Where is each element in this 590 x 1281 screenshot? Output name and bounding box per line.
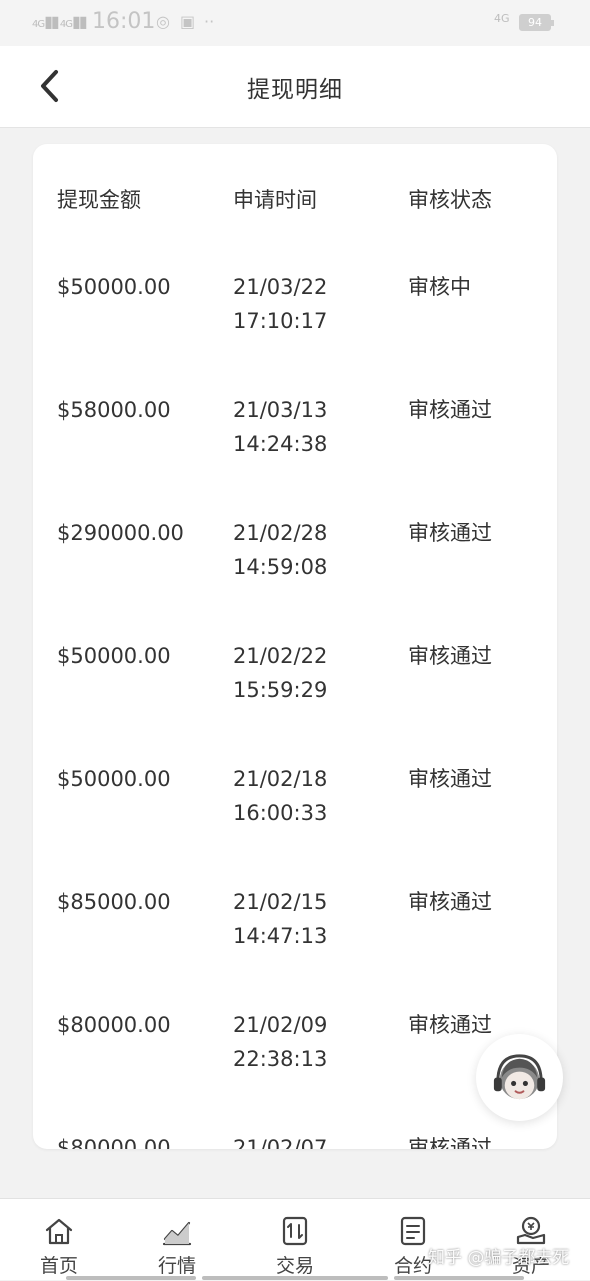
status-bar: 4G▮▮ 4G▮▮ 16:01 ◎ ▣ ·· 4G 94 [0, 0, 590, 46]
apply-clock: 14:24:38 [233, 432, 328, 456]
gesture-bar [66, 1276, 196, 1280]
table-row: $80000.00 21/02/07 审核通过 [33, 1131, 557, 1149]
page-title: 提现明细 [247, 77, 343, 103]
signal-indicators: 4G▮▮ 4G▮▮ [32, 12, 88, 31]
apply-date: 21/02/28 [233, 521, 328, 545]
network-type-2: 4G [59, 19, 73, 30]
apply-time: 21/03/22 17:10:17 [233, 270, 327, 338]
table-row: $58000.00 21/03/13 14:24:38 审核通过 [33, 393, 557, 516]
table-row: $50000.00 21/02/22 15:59:29 审核通过 [33, 639, 557, 762]
market-chart-icon [162, 1221, 192, 1246]
withdrawal-amount: $80000.00 [57, 1136, 171, 1149]
nav-trade-label: 交易 [275, 1255, 314, 1277]
apply-date: 21/02/18 [233, 767, 328, 791]
customer-service-icon [493, 1054, 546, 1100]
apply-time: 21/02/22 15:59:29 [233, 639, 327, 707]
apply-time: 21/02/28 14:59:08 [233, 516, 327, 584]
apply-clock: 15:59:29 [233, 678, 328, 702]
withdrawal-table-card: 提现金额 申请时间 审核状态 $50000.00 21/03/22 17:10:… [33, 144, 557, 1149]
table-row: $50000.00 21/03/22 17:10:17 审核中 [33, 270, 557, 393]
network-type-right: 4G [494, 12, 510, 25]
nav-contract[interactable]: 合约 [354, 1199, 472, 1281]
battery-icon: 94 [519, 14, 554, 31]
review-status: 审核通过 [408, 1136, 492, 1149]
withdrawal-amount: $50000.00 [57, 767, 171, 791]
apply-date: 21/03/13 [233, 398, 328, 422]
withdrawal-amount: $80000.00 [57, 1013, 171, 1037]
nav-market-label: 行情 [157, 1255, 196, 1277]
review-status: 审核通过 [408, 644, 492, 668]
apply-time: 21/02/09 22:38:13 [233, 1008, 327, 1076]
withdrawal-amount: $85000.00 [57, 890, 171, 914]
nav-assets[interactable]: 资产 [472, 1199, 590, 1281]
apply-date: 21/02/09 [233, 1013, 328, 1037]
network-type-1: 4G [32, 19, 45, 30]
nav-trade[interactable]: 交易 [236, 1199, 354, 1281]
withdrawal-amount: $290000.00 [57, 521, 184, 545]
apply-time: 21/03/13 14:24:38 [233, 393, 327, 461]
watermark: 知乎 @骗子都去死 [428, 1248, 570, 1268]
apply-date: 21/02/22 [233, 644, 328, 668]
apply-clock: 14:47:13 [233, 924, 328, 948]
apply-date: 21/02/15 [233, 890, 328, 914]
notification-icon: ▣ [180, 12, 196, 31]
header: 提现明细 [0, 46, 590, 128]
apply-clock: 17:10:17 [233, 309, 328, 333]
table-row: $85000.00 21/02/15 14:47:13 审核通过 [33, 885, 557, 1008]
apply-clock: 14:59:08 [233, 555, 328, 579]
withdrawal-amount: $50000.00 [57, 275, 171, 299]
apply-clock: 22:38:13 [233, 1047, 328, 1071]
nav-home[interactable]: 首页 [0, 1199, 118, 1281]
more-dots-icon: ·· [204, 12, 215, 31]
trade-icon [282, 1216, 308, 1246]
gesture-bar [202, 1276, 388, 1280]
apply-time: 21/02/15 14:47:13 [233, 885, 327, 953]
review-status: 审核通过 [408, 1013, 492, 1037]
apply-time: 21/02/07 [233, 1131, 327, 1149]
withdrawal-amount: $58000.00 [57, 398, 171, 422]
wifi-icon: ◎ [156, 12, 170, 31]
clock: 16:01 [92, 9, 156, 34]
table-row: $290000.00 21/02/28 14:59:08 审核通过 [33, 516, 557, 639]
gesture-bar [394, 1276, 524, 1280]
header-apply-time: 申请时间 [233, 188, 317, 212]
table-header: 提现金额 申请时间 审核状态 [33, 184, 557, 214]
apply-clock: 16:00:33 [233, 801, 328, 825]
contract-icon [400, 1216, 426, 1246]
apply-time: 21/02/18 16:00:33 [233, 762, 327, 830]
apply-date: 21/03/22 [233, 275, 328, 299]
review-status: 审核通过 [408, 521, 492, 545]
nav-market[interactable]: 行情 [118, 1199, 236, 1281]
header-amount: 提现金额 [57, 188, 141, 212]
header-review-status: 审核状态 [408, 188, 492, 212]
withdrawal-amount: $50000.00 [57, 644, 171, 668]
apply-date: 21/02/07 [233, 1136, 328, 1149]
home-icon [45, 1218, 73, 1245]
table-row: $50000.00 21/02/18 16:00:33 审核通过 [33, 762, 557, 885]
review-status: 审核通过 [408, 398, 492, 422]
review-status: 审核中 [408, 275, 471, 299]
review-status: 审核通过 [408, 767, 492, 791]
nav-home-label: 首页 [39, 1255, 78, 1277]
review-status: 审核通过 [408, 890, 492, 914]
customer-service-button[interactable] [476, 1034, 563, 1121]
